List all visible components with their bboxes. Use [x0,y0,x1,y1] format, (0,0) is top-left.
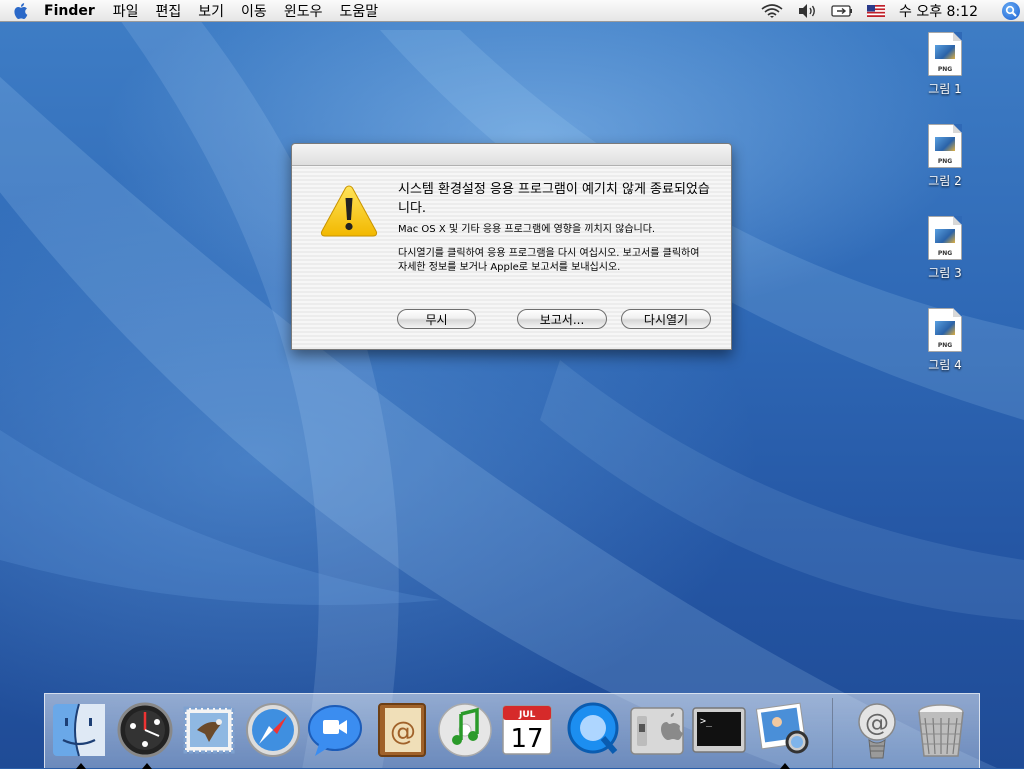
svg-text:@: @ [390,717,416,747]
alert-message-body: Mac OS X 및 기타 응용 프로그램에 영향을 끼치지 않습니다. 다시열… [398,223,708,285]
alert-message-title: 시스템 환경설정 응용 프로그램이 예기치 않게 종료되었습니다. [398,182,710,216]
dock-itunes[interactable] [435,700,495,762]
volume-icon[interactable] [797,3,817,19]
crash-alert-dialog: 시스템 환경설정 응용 프로그램이 예기치 않게 종료되었습니다. Mac OS… [291,143,732,350]
itunes-icon [438,703,492,757]
reopen-button[interactable]: 다시열기 [621,309,711,329]
system-preferences-icon [630,707,684,755]
dock-safari[interactable] [243,700,303,762]
dock-dashboard[interactable] [115,700,175,769]
alert-instruction-text: 다시열기를 클릭하여 응용 프로그램을 다시 여십시오. 보고서를 클릭하여 자… [398,248,700,273]
desktop-file-label: 그림 1 [928,82,962,96]
desktop-file-2[interactable]: PNG 그림 2 [915,124,975,189]
dock-downloads-stack[interactable]: @ [847,700,907,762]
menubar-status-area: 수 오후 8:12 [747,0,1024,21]
desktop-file-3[interactable]: PNG 그림 3 [915,216,975,281]
png-file-icon: PNG [928,308,962,352]
menu-edit[interactable]: 편집 [156,1,182,21]
dock-system-preferences[interactable] [627,700,687,762]
downloads-stack-icon: @ [858,703,896,759]
dock-mail[interactable] [179,700,239,762]
ignore-button[interactable]: 무시 [397,309,476,329]
dock-trash[interactable] [911,700,971,762]
app-menu-finder[interactable]: Finder [44,3,95,19]
svg-text:>_: >_ [700,716,713,727]
menu-go[interactable]: 이동 [241,1,267,21]
dock: @ JUL 17 >_ @ [44,693,980,769]
dashboard-icon [117,702,173,758]
safari-icon [246,703,300,757]
alert-titlebar[interactable] [292,144,731,166]
desktop-file-4[interactable]: PNG 그림 4 [915,308,975,373]
running-indicator [142,763,152,769]
ical-day: 17 [510,724,543,754]
desktop-file-label: 그림 2 [928,174,962,188]
desktop-file-label: 그림 3 [928,266,962,280]
address-book-icon: @ [378,703,426,757]
menubar-clock[interactable]: 수 오후 8:12 [899,1,978,21]
menu-file[interactable]: 파일 [113,1,139,21]
mail-icon [183,706,235,754]
svg-text:@: @ [865,709,889,737]
report-button[interactable]: 보고서... [517,309,607,329]
ichat-icon [308,705,362,756]
dock-ical[interactable]: JUL 17 [497,700,557,762]
running-indicator [780,763,790,769]
dock-preview[interactable] [753,700,813,769]
dock-divider [832,698,833,768]
warning-icon [320,185,378,237]
menubar: Finder 파일 편집 보기 이동 윈도우 도움말 수 오후 8:12 [0,0,1024,22]
ical-icon: JUL 17 [502,705,552,755]
terminal-icon: >_ [692,707,746,753]
png-file-icon: PNG [928,32,962,76]
png-file-icon: PNG [928,124,962,168]
dock-address-book[interactable]: @ [371,700,431,762]
spotlight-icon[interactable] [1002,1,1020,20]
menu-help[interactable]: 도움말 [339,1,378,21]
battery-icon[interactable] [831,4,853,18]
alert-info-text: Mac OS X 및 기타 응용 프로그램에 영향을 끼치지 않습니다. [398,224,656,235]
wifi-icon[interactable] [761,3,783,19]
png-file-icon: PNG [928,216,962,260]
menu-window[interactable]: 윈도우 [284,1,323,21]
trash-icon [918,704,964,757]
running-indicator [76,763,86,769]
menu-view[interactable]: 보기 [198,1,224,21]
desktop-file-1[interactable]: PNG 그림 1 [915,32,975,97]
desktop-background [0,0,1024,768]
desktop-file-label: 그림 4 [928,358,962,372]
wallpaper-swoosh [0,20,1024,768]
ical-month: JUL [518,710,536,720]
apple-menu-icon[interactable] [14,2,30,20]
finder-icon [53,703,105,757]
quicktime-icon [567,702,619,754]
dock-terminal[interactable]: >_ [689,700,749,762]
dock-finder[interactable] [49,700,109,769]
dock-ichat[interactable] [305,700,365,762]
us-flag-icon[interactable] [867,4,886,17]
dock-quicktime[interactable] [563,700,623,762]
preview-icon [755,702,809,754]
